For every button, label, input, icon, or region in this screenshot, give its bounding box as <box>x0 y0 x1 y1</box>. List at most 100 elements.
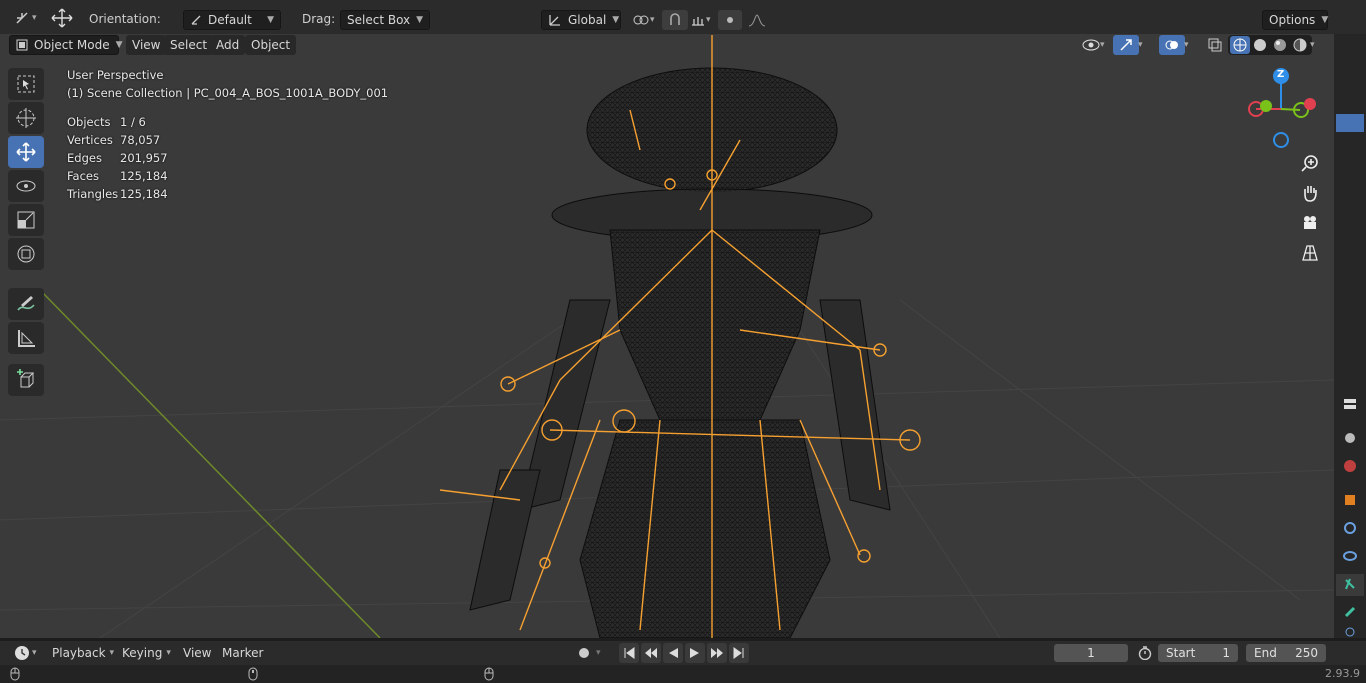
properties-tab-strip <box>1334 34 1366 638</box>
jump-end-button[interactable] <box>729 643 749 663</box>
drag-dropdown[interactable]: Select Box ▼ <box>340 10 430 30</box>
cursor-tool[interactable] <box>8 102 44 134</box>
menu-playback[interactable]: Playback ▾ <box>46 643 120 663</box>
move-tool[interactable] <box>8 136 44 168</box>
move-icon <box>50 8 74 28</box>
timeline-header: ▾ Playback ▾ Keying ▾ View Marker ▾ 1 Star… <box>0 641 1366 665</box>
timeline-editor-type[interactable]: ▾ <box>8 643 43 663</box>
transform-icon <box>15 243 37 265</box>
stat-row: Objects 1 / 6 <box>67 115 146 129</box>
start-frame-field[interactable]: Start 1 <box>1158 644 1238 662</box>
bone-constraints-tab[interactable] <box>1338 627 1362 638</box>
auto-keying-toggle[interactable]: ▾ <box>572 643 607 663</box>
orientation-icon <box>190 14 202 26</box>
measure-tool[interactable] <box>8 322 44 354</box>
constraints-tab[interactable] <box>1338 546 1362 568</box>
object-data-tab[interactable] <box>1336 574 1364 596</box>
jump-start-button[interactable] <box>619 643 639 663</box>
object-mode-icon <box>16 39 28 51</box>
camera-view-button[interactable] <box>1297 210 1323 236</box>
bone-icon <box>1343 605 1357 622</box>
proportional-edit-toggle[interactable] <box>718 10 742 30</box>
jump-start-icon <box>623 647 635 659</box>
gizmo-icon <box>1119 38 1133 52</box>
end-frame-field[interactable]: End 250 <box>1246 644 1326 662</box>
editor-type-button[interactable]: ▾ <box>8 8 43 28</box>
zoom-icon <box>1301 154 1319 172</box>
start-label: Start <box>1166 646 1196 660</box>
transform-orientation-dropdown[interactable]: Global ▼ <box>541 10 621 30</box>
options-dropdown[interactable]: Options ▼ <box>1262 10 1328 30</box>
menu-select[interactable]: Select <box>164 35 214 55</box>
annotate-tool[interactable] <box>8 288 44 320</box>
tool-settings-icon <box>1342 396 1358 415</box>
pan-button[interactable] <box>1297 180 1323 206</box>
shading-wireframe-icon[interactable] <box>1230 36 1250 54</box>
preview-range-toggle[interactable] <box>1132 643 1158 663</box>
pivot-button[interactable]: ▾ <box>626 10 661 30</box>
bone-tab[interactable] <box>1338 602 1362 624</box>
menu-playback-label: Playback <box>52 646 106 660</box>
chevron-down-icon: ▼ <box>115 40 123 50</box>
render-tab[interactable] <box>1338 428 1362 450</box>
falloff-dropdown[interactable] <box>742 10 772 30</box>
menu-view[interactable]: View <box>126 35 167 55</box>
tool-tab[interactable] <box>1338 394 1362 416</box>
visibility-dropdown[interactable]: ▾ <box>1076 35 1111 55</box>
version-label: 2.93.9 <box>1325 667 1360 680</box>
mode-dropdown[interactable]: Object Mode ▼ <box>9 35 123 55</box>
camera-icon <box>1301 214 1319 232</box>
projection-toggle[interactable] <box>1297 240 1323 266</box>
next-keyframe-button[interactable] <box>707 643 727 663</box>
shading-rendered-icon[interactable] <box>1290 36 1310 54</box>
menu-object[interactable]: Object <box>245 35 297 55</box>
current-frame-field[interactable]: 1 <box>1054 644 1128 662</box>
menu-timeline-view[interactable]: View <box>177 643 217 663</box>
x-axis-handle <box>1304 98 1316 110</box>
measure-icon <box>16 328 36 348</box>
orientation-dropdown[interactable]: Default ▼ <box>183 10 281 30</box>
shading-material-icon[interactable] <box>1270 36 1290 54</box>
gizmo-toggle[interactable] <box>1113 35 1139 55</box>
drag-value: Select Box <box>347 13 411 27</box>
end-label: End <box>1254 646 1277 660</box>
scale-tool[interactable] <box>8 204 44 236</box>
xray-toggle[interactable] <box>1202 35 1228 55</box>
clock-icon <box>14 645 30 661</box>
physics-tab[interactable] <box>1338 518 1362 540</box>
add-cube-tool[interactable] <box>8 364 44 396</box>
tool-settings-header: ▾ Orientation: Default ▼ Drag: Select Bo… <box>0 0 1366 34</box>
world-tab[interactable] <box>1338 456 1362 478</box>
grid-icon <box>1301 244 1319 262</box>
transform-tool[interactable] <box>8 238 44 270</box>
object-tab[interactable] <box>1338 490 1362 512</box>
shading-modes <box>1228 35 1312 55</box>
snap-target-dropdown[interactable]: ▾ <box>684 10 717 30</box>
chevron-down-icon[interactable]: ▾ <box>1138 40 1143 50</box>
cursor-icon <box>15 107 37 129</box>
menu-add[interactable]: Add <box>210 35 246 55</box>
outliner-selected-row[interactable] <box>1336 114 1364 132</box>
axis-icon <box>548 13 562 27</box>
zoom-button[interactable] <box>1297 150 1323 176</box>
stat-row: Faces 125,184 <box>67 169 168 183</box>
shading-solid-icon[interactable] <box>1250 36 1270 54</box>
prev-keyframe-button[interactable] <box>641 643 661 663</box>
playback-controls <box>618 643 750 663</box>
collection-info: (1) Scene Collection | PC_004_A_BOS_1001… <box>67 86 389 100</box>
mouse-middle-icon <box>248 667 258 681</box>
play-reverse-button[interactable] <box>663 643 683 663</box>
orientation-label: Orientation: <box>89 12 161 26</box>
chevron-down-icon: ▾ <box>166 648 171 658</box>
end-value: 250 <box>1295 646 1318 660</box>
select-box-tool[interactable] <box>8 68 44 100</box>
play-button[interactable] <box>685 643 705 663</box>
overlay-icon <box>1165 38 1179 52</box>
menu-marker[interactable]: Marker <box>216 643 269 663</box>
chevron-down-icon[interactable]: ▾ <box>1310 40 1315 50</box>
chevron-down-icon[interactable]: ▾ <box>1184 40 1189 50</box>
menu-keying[interactable]: Keying ▾ <box>116 643 177 663</box>
overlay-toggle[interactable] <box>1159 35 1185 55</box>
rotate-tool[interactable] <box>8 170 44 202</box>
navigation-gizmo[interactable]: Z <box>1240 64 1320 154</box>
